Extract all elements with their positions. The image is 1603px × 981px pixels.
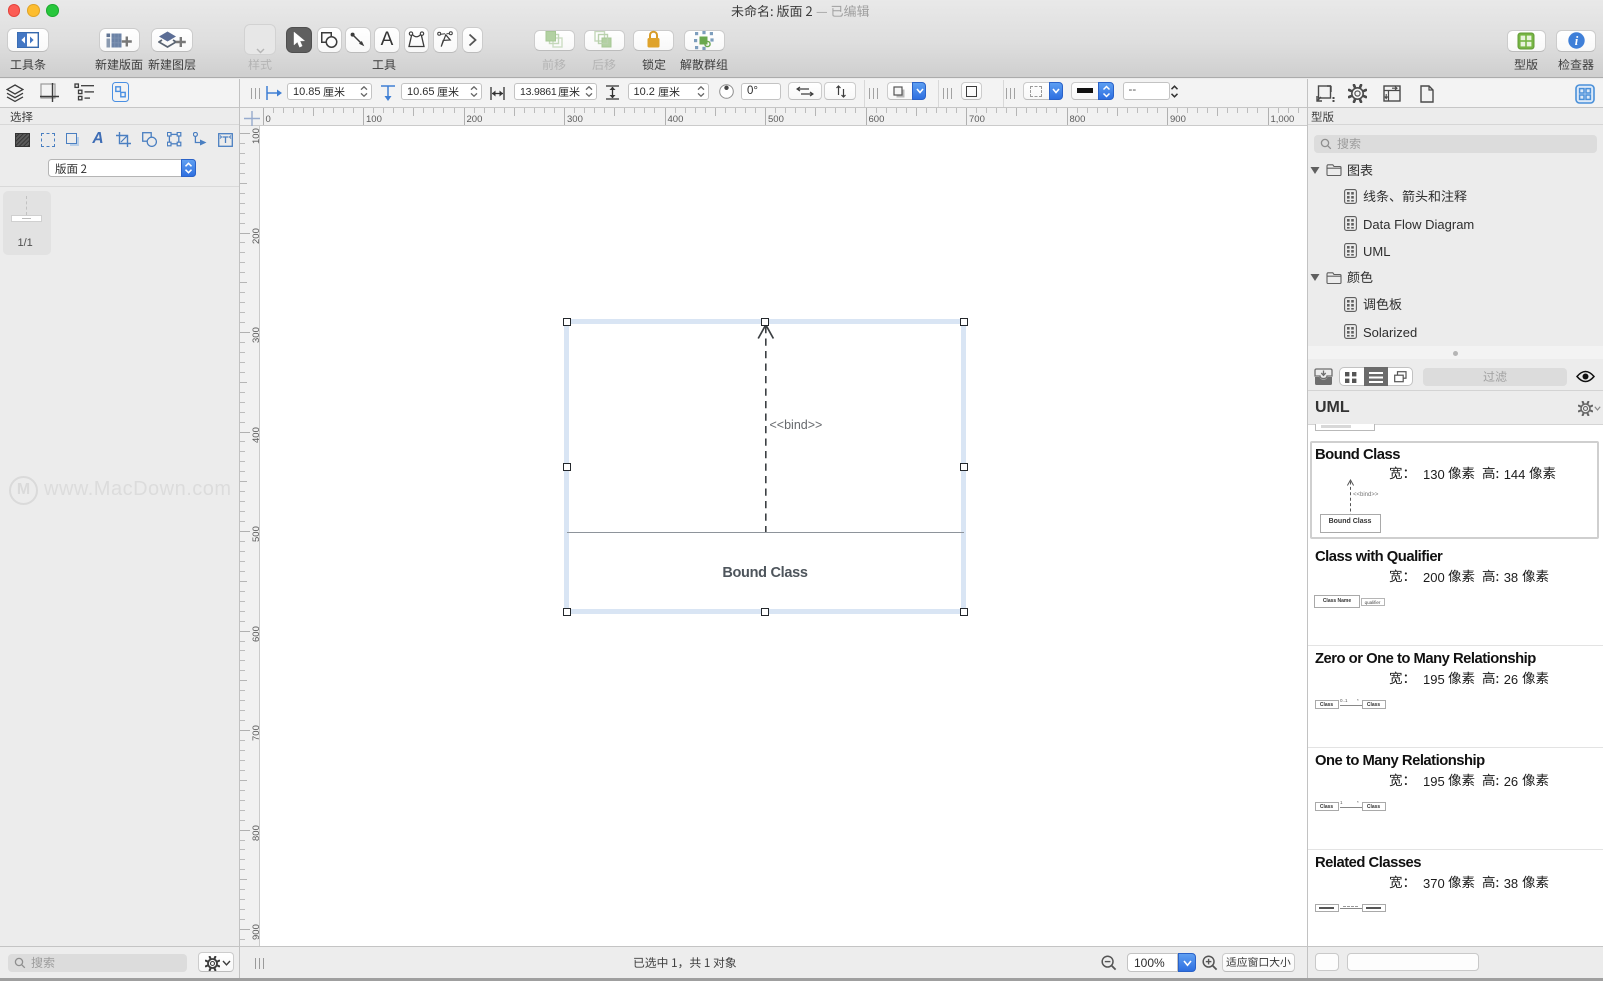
svg-text:i: i — [1574, 34, 1578, 48]
